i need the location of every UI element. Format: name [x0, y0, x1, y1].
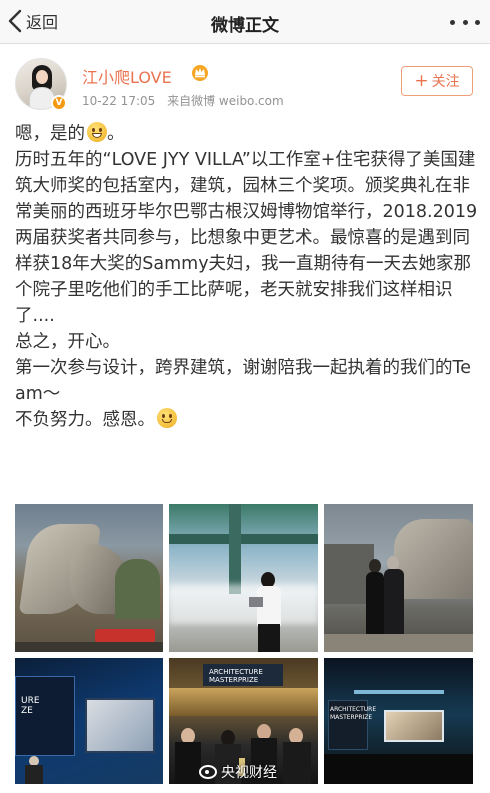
photo-woman-with-award[interactable]	[169, 504, 318, 652]
post-paragraph: 历时五年的“LOVE JYY VILLA”以工作室+住宅获得了美国建筑大师奖的包…	[15, 150, 478, 326]
verified-icon: V	[51, 95, 67, 111]
page-title: 微博正文	[211, 16, 279, 36]
post-content: 嗯，是的。 历时五年的“LOVE JYY VILLA”以工作室+住宅获得了美国建…	[15, 121, 478, 433]
post-line: 第一次参与设计，跨界建筑，谢谢陪我一起执着的我们的Team～	[15, 358, 471, 404]
photo-exhibition-screens[interactable]: URE ZE	[15, 658, 163, 784]
post-time: 10-22 17:05	[82, 94, 156, 108]
photo-couple-outside-museum[interactable]	[324, 504, 473, 652]
follow-button[interactable]: + 关注	[401, 66, 473, 96]
post-line: 不负努力。感恩。	[15, 407, 478, 433]
plus-icon: +	[414, 70, 429, 91]
post-meta: 10-22 17:05 来自微博 weibo.com	[82, 92, 292, 109]
photo-stage-presentation[interactable]: ARCHITECTURE MASTERPRIZE	[324, 658, 473, 784]
more-dots-icon	[450, 19, 455, 25]
smile-emoji-icon	[157, 408, 177, 428]
watermark-label: 央视财经	[221, 765, 277, 781]
more-button[interactable]	[450, 12, 480, 32]
photo-guggenheim-exterior[interactable]	[15, 504, 163, 652]
author-name[interactable]: 江小爬LOVE	[82, 64, 172, 88]
cctv-logo-icon	[199, 765, 217, 779]
post-line: 嗯，是的。	[15, 122, 125, 144]
cctv-finance-watermark: 央视财经	[199, 762, 277, 782]
post-source: 来自微博 weibo.com	[167, 94, 284, 108]
nav-bar: 返回 微博正文	[0, 0, 490, 44]
follow-label: 关注	[431, 74, 460, 90]
crown-icon	[192, 65, 208, 81]
post-line: 总之，开心。	[15, 332, 120, 352]
grin-emoji-icon	[87, 122, 107, 142]
